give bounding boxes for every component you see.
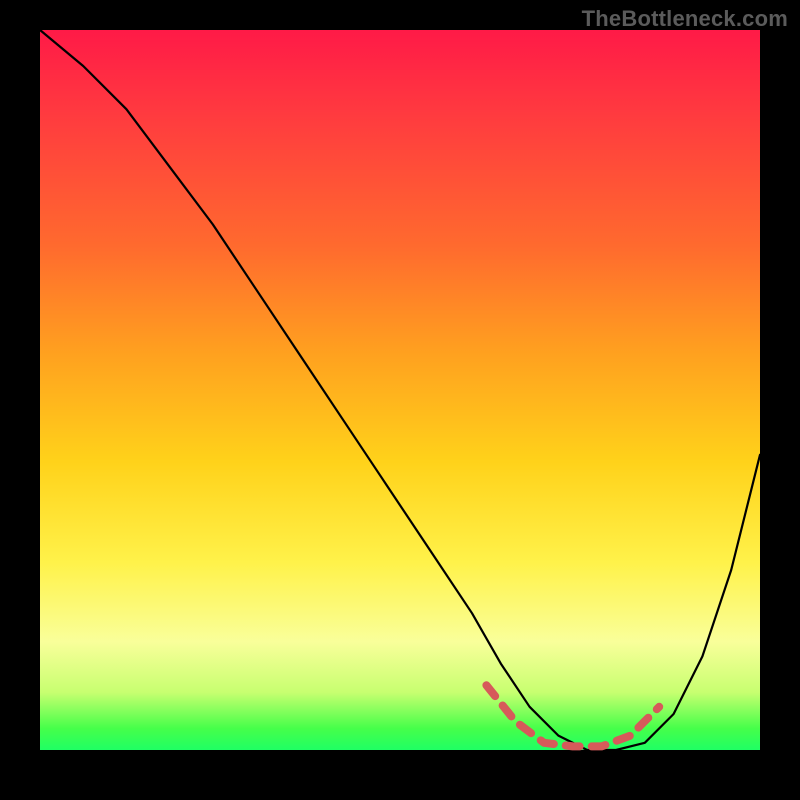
bottleneck-curve-line [40,30,760,750]
optimal-range-marker-line [486,685,659,746]
chart-frame: TheBottleneck.com [0,0,800,800]
watermark-text: TheBottleneck.com [582,6,788,32]
chart-plot-area [40,30,760,750]
chart-svg [40,30,760,750]
